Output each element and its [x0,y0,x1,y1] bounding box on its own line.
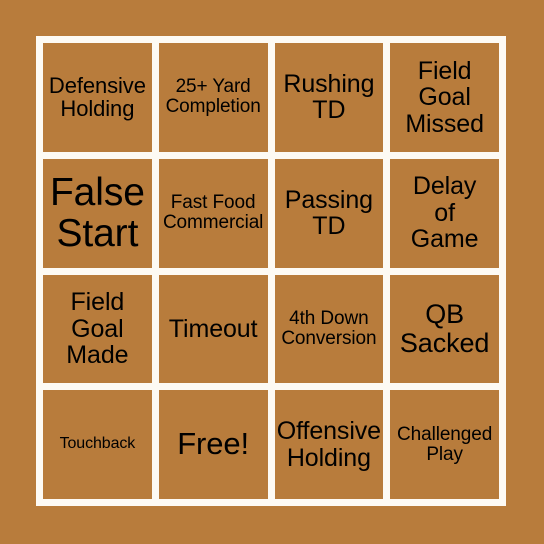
bingo-cell-passing-td[interactable]: Passing TD [274,158,384,268]
bingo-cell-fast-food-commercial[interactable]: Fast Food Commercial [158,158,268,268]
bingo-cell-field-goal-made[interactable]: Field Goal Made [43,274,152,384]
bingo-cell-field-goal-missed[interactable]: Field Goal Missed [390,43,499,152]
bingo-cell-delay-of-game[interactable]: Delay of Game [390,158,499,268]
bingo-cell-touchback[interactable]: Touchback [43,390,152,499]
bingo-cell-qb-sacked[interactable]: QB Sacked [390,274,499,384]
bingo-cell-25-yard-completion[interactable]: 25+ Yard Completion [158,43,268,152]
bingo-cell-timeout[interactable]: Timeout [158,274,268,384]
bingo-cell-false-start[interactable]: False Start [43,158,152,268]
bingo-cell-offensive-holding[interactable]: Offensive Holding [274,390,384,499]
bingo-card-grid: Defensive Holding 25+ Yard Completion Rush… [36,36,506,506]
bingo-cell-free-space[interactable]: Free! [158,390,268,499]
bingo-cell-4th-down-conversion[interactable]: 4th Down Conversion [274,274,384,384]
bingo-cell-defensive-holding[interactable]: Defensive Holding [43,43,152,152]
bingo-cell-challenged-play[interactable]: Challenged Play [390,390,499,499]
bingo-cell-rushing-td[interactable]: Rushing TD [274,43,384,152]
